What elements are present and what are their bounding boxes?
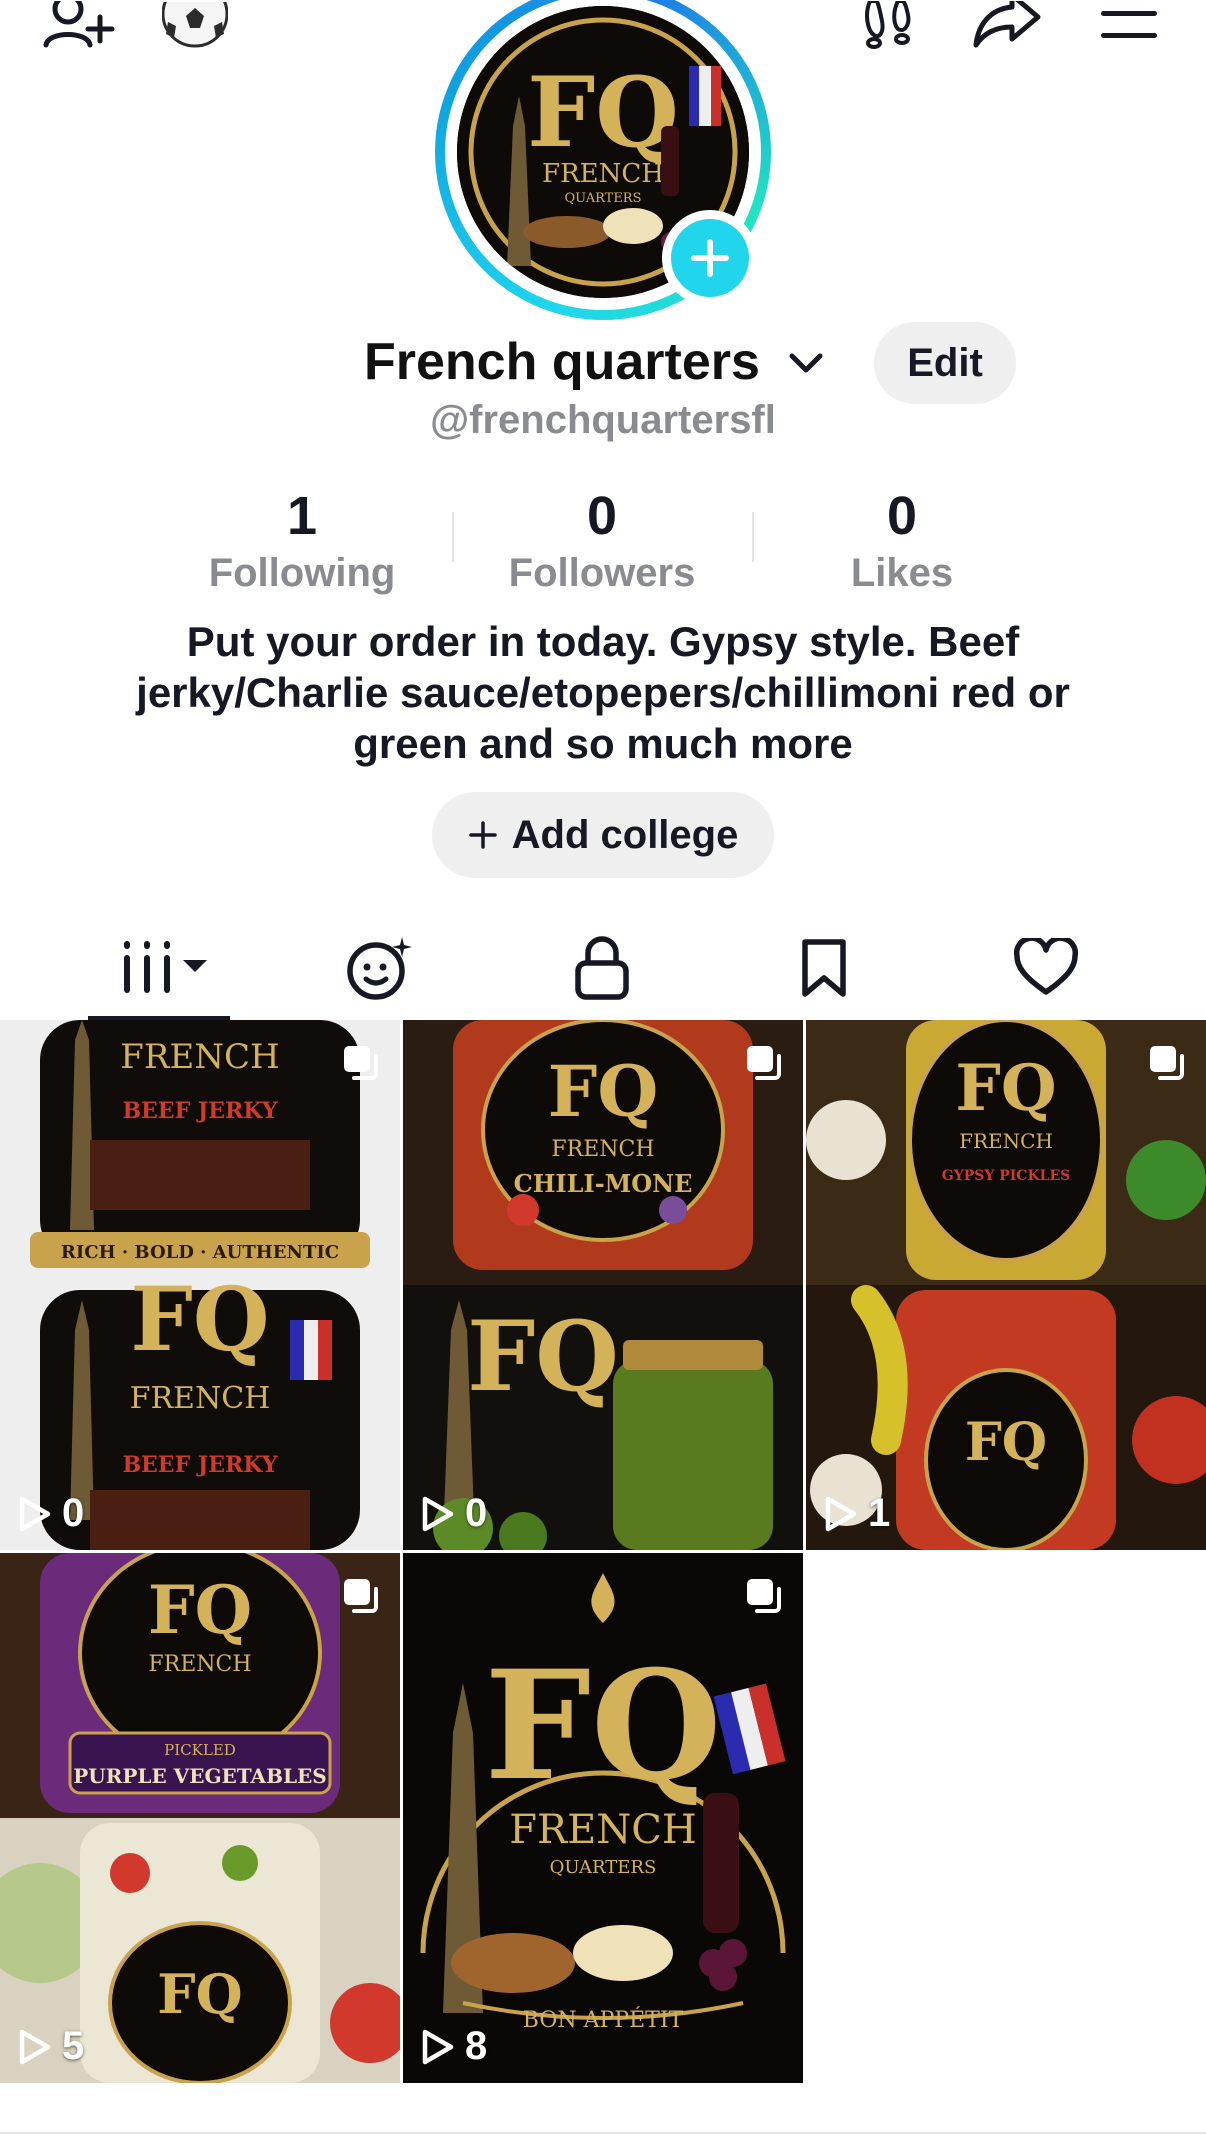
view-count: 5 [16, 2024, 84, 2069]
profile-bio: Put your order in today. Gypsy style. Be… [136, 618, 1070, 767]
soccer-ball-icon[interactable] [160, 0, 230, 50]
thumb-logo-word: FRENCH [130, 1381, 271, 1416]
tab-liked[interactable] [996, 928, 1096, 1008]
reposts-face-icon [347, 937, 412, 1000]
view-count-value: 1 [868, 1491, 891, 1535]
share-button[interactable] [970, 0, 1046, 50]
thumb-tagline: PICKLED [164, 1741, 236, 1759]
stat-following-label: Following [208, 551, 396, 595]
tab-reposts[interactable] [330, 928, 430, 1008]
thumb-tagline: BON APPÉTIT [523, 2006, 684, 2033]
private-lock-icon [575, 936, 629, 1000]
view-count: 1 [822, 1491, 890, 1536]
thumb-monogram: FQ [955, 1051, 1056, 1126]
avatar-word1: FRENCH [542, 159, 664, 189]
avatar-word2: QUARTERS [564, 191, 641, 206]
liked-heart-icon [1013, 938, 1079, 995]
thumb-monogram: FQ [484, 1638, 721, 1814]
multi-photo-icon [747, 1046, 781, 1080]
person-plus-icon [43, 1, 115, 48]
tab-videos[interactable] [108, 928, 218, 1008]
add-friend-button[interactable] [38, 0, 118, 50]
add-story-button[interactable] [662, 210, 758, 306]
stat-likes-label: Likes [850, 551, 954, 595]
profile-stats: 1 Following 0 Followers 0 Likes [0, 484, 1206, 595]
view-count-value: 8 [465, 2024, 488, 2068]
stat-followers[interactable]: 0 Followers [452, 484, 752, 598]
hamburger-menu-icon [1101, 11, 1157, 38]
thumb-monogram: FQ [130, 1267, 269, 1371]
thumb-logo-word: FRENCH [959, 1129, 1053, 1153]
share-arrow-icon [973, 1, 1041, 48]
play-icon [19, 1496, 51, 1531]
thumb-logo-word: FRENCH [148, 1652, 251, 1677]
stat-following[interactable]: 1 Following [152, 484, 452, 598]
play-icon [19, 2029, 51, 2064]
edit-profile-button[interactable]: Edit [874, 322, 1016, 404]
menu-button[interactable] [1094, 0, 1164, 50]
video-thumbnail[interactable]: FQ FRENCH GYPSY PICKLES FQ 1 [806, 1020, 1206, 1550]
thumb-product-label: GYPSY PICKLES [942, 1168, 1070, 1184]
multi-photo-icon [1150, 1046, 1184, 1080]
stat-followers-label: Followers [508, 551, 696, 595]
avatar-monogram: FQ [527, 56, 679, 169]
view-count-value: 0 [465, 1491, 488, 1535]
view-count-value: 5 [62, 2024, 85, 2068]
play-icon [422, 2029, 454, 2064]
tab-private[interactable] [552, 928, 652, 1008]
tab-favorites[interactable] [774, 928, 874, 1008]
video-thumbnail[interactable]: FQ FRENCH QUARTERS BON APPÉTIT 8 [403, 1553, 803, 2083]
display-name: French quarters [364, 333, 760, 391]
view-count: 0 [419, 1491, 487, 1536]
thumb-logo-word: FRENCH [509, 1807, 697, 1853]
view-count: 0 [16, 1491, 84, 1536]
thumb-logo-word: FRENCH [551, 1137, 654, 1162]
thumb-product-label: CHILI-MONE [514, 1169, 693, 1198]
plus-icon [468, 821, 497, 849]
thumb-monogram: FQ [467, 1300, 619, 1413]
video-thumbnail[interactable]: FQ FRENCH PICKLED PURPLE VEGETABLES FQ 5 [0, 1553, 400, 2083]
thumb-logo-word: FRENCH [120, 1037, 279, 1077]
plus-icon [691, 239, 729, 277]
stat-followers-count: 0 [586, 486, 618, 546]
thumb-logo-word2: QUARTERS [550, 1857, 657, 1878]
add-college-label: Add college [511, 812, 739, 857]
thumb-tagline: RICH · BOLD · AUTHENTIC [61, 1242, 339, 1263]
videos-grid-icon [124, 941, 207, 993]
multi-photo-icon [747, 1579, 781, 1613]
video-thumbnail[interactable]: FRENCH BEEF JERKY RICH · BOLD · AUTHENTI… [0, 1020, 400, 1550]
thumb-monogram: FQ [548, 1050, 659, 1133]
multi-photo-icon [344, 1579, 378, 1613]
add-college-button[interactable]: Add college [432, 792, 774, 878]
thumb-product-label: BEEF JERKY [122, 1098, 277, 1124]
thumb-monogram: FQ [148, 1571, 252, 1649]
thumb-product-label: PURPLE VEGETABLES [73, 1764, 326, 1788]
bottom-divider [0, 2132, 1206, 2134]
stat-likes[interactable]: 0 Likes [752, 484, 1052, 598]
view-count: 8 [419, 2024, 487, 2069]
stat-likes-count: 0 [886, 486, 918, 546]
view-count-value: 0 [62, 1491, 85, 1535]
profile-tabs [0, 910, 1206, 1020]
favorites-bookmark-icon [802, 939, 846, 997]
stat-following-count: 1 [286, 486, 318, 546]
multi-photo-icon [344, 1046, 378, 1080]
footprints-icon [865, 1, 911, 49]
thumb-monogram: FQ [157, 1962, 242, 2026]
thumb-product-label: BEEF JERKY [122, 1452, 277, 1478]
username-handle: @frenchquartersfl [430, 398, 776, 442]
thumb-monogram: FQ [965, 1412, 1047, 1473]
play-icon [825, 1496, 857, 1531]
play-icon [422, 1496, 454, 1531]
footprints-button[interactable] [856, 0, 920, 50]
account-switch-button[interactable] [786, 348, 826, 385]
video-thumbnail[interactable]: FQ FRENCH CHILI-MONE FQ 0 [403, 1020, 803, 1550]
chevron-down-icon [789, 353, 823, 373]
